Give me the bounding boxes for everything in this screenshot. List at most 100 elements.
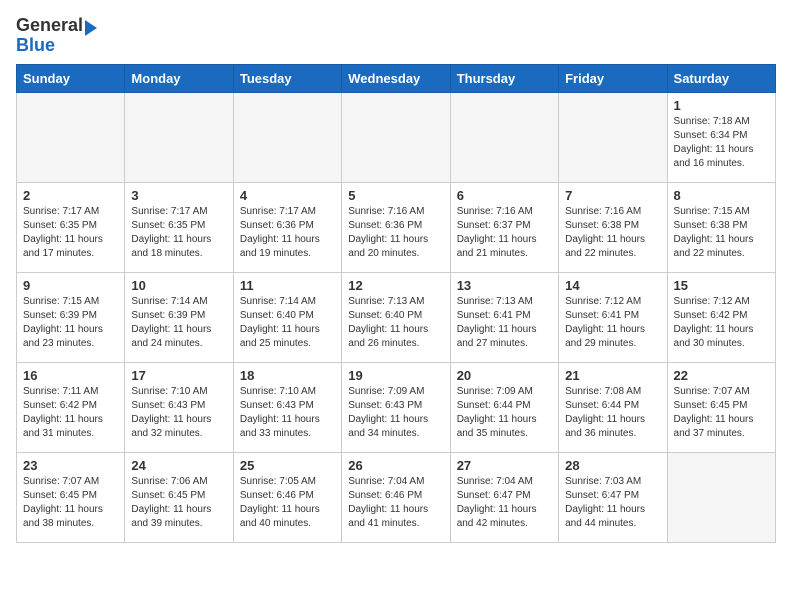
- calendar-cell: 5 Sunrise: 7:16 AM Sunset: 6:36 PM Daylig…: [342, 182, 450, 272]
- day-number: 10: [131, 278, 226, 293]
- calendar-cell: 11 Sunrise: 7:14 AM Sunset: 6:40 PM Dayli…: [233, 272, 341, 362]
- day-info: Sunrise: 7:16 AM Sunset: 6:36 PM Dayligh…: [348, 205, 443, 261]
- calendar-week-row: 16 Sunrise: 7:11 AM Sunset: 6:42 PM Dayli…: [17, 362, 776, 452]
- day-info: Sunrise: 7:12 AM Sunset: 6:42 PM Dayligh…: [674, 295, 769, 351]
- day-info: Sunrise: 7:11 AM Sunset: 6:42 PM Dayligh…: [23, 385, 118, 441]
- day-number: 5: [348, 188, 443, 203]
- calendar-week-row: 9 Sunrise: 7:15 AM Sunset: 6:39 PM Daylig…: [17, 272, 776, 362]
- day-of-week-header: Sunday: [17, 64, 125, 92]
- day-number: 13: [457, 278, 552, 293]
- calendar-cell: 7 Sunrise: 7:16 AM Sunset: 6:38 PM Daylig…: [559, 182, 667, 272]
- day-of-week-header: Saturday: [667, 64, 775, 92]
- calendar-cell: 9 Sunrise: 7:15 AM Sunset: 6:39 PM Daylig…: [17, 272, 125, 362]
- day-number: 2: [23, 188, 118, 203]
- day-number: 14: [565, 278, 660, 293]
- day-number: 18: [240, 368, 335, 383]
- calendar-cell: 13 Sunrise: 7:13 AM Sunset: 6:41 PM Dayli…: [450, 272, 558, 362]
- day-number: 26: [348, 458, 443, 473]
- day-number: 12: [348, 278, 443, 293]
- day-info: Sunrise: 7:16 AM Sunset: 6:38 PM Dayligh…: [565, 205, 660, 261]
- day-info: Sunrise: 7:15 AM Sunset: 6:39 PM Dayligh…: [23, 295, 118, 351]
- day-info: Sunrise: 7:18 AM Sunset: 6:34 PM Dayligh…: [674, 115, 769, 171]
- calendar-header-row: SundayMondayTuesdayWednesdayThursdayFrid…: [17, 64, 776, 92]
- calendar-cell: 4 Sunrise: 7:17 AM Sunset: 6:36 PM Daylig…: [233, 182, 341, 272]
- day-number: 19: [348, 368, 443, 383]
- day-info: Sunrise: 7:13 AM Sunset: 6:41 PM Dayligh…: [457, 295, 552, 351]
- calendar-cell: 18 Sunrise: 7:10 AM Sunset: 6:43 PM Dayli…: [233, 362, 341, 452]
- day-info: Sunrise: 7:16 AM Sunset: 6:37 PM Dayligh…: [457, 205, 552, 261]
- day-info: Sunrise: 7:10 AM Sunset: 6:43 PM Dayligh…: [131, 385, 226, 441]
- calendar-cell: 23 Sunrise: 7:07 AM Sunset: 6:45 PM Dayli…: [17, 452, 125, 542]
- day-of-week-header: Wednesday: [342, 64, 450, 92]
- day-number: 22: [674, 368, 769, 383]
- logo-general: General: [16, 16, 83, 36]
- day-number: 27: [457, 458, 552, 473]
- calendar-cell: [17, 92, 125, 182]
- calendar-cell: 27 Sunrise: 7:04 AM Sunset: 6:47 PM Dayli…: [450, 452, 558, 542]
- day-number: 16: [23, 368, 118, 383]
- calendar-cell: [559, 92, 667, 182]
- calendar-cell: [667, 452, 775, 542]
- calendar-week-row: 23 Sunrise: 7:07 AM Sunset: 6:45 PM Dayli…: [17, 452, 776, 542]
- day-number: 7: [565, 188, 660, 203]
- day-of-week-header: Thursday: [450, 64, 558, 92]
- page-header: General Blue: [16, 16, 776, 56]
- calendar-table: SundayMondayTuesdayWednesdayThursdayFrid…: [16, 64, 776, 543]
- day-of-week-header: Tuesday: [233, 64, 341, 92]
- day-info: Sunrise: 7:08 AM Sunset: 6:44 PM Dayligh…: [565, 385, 660, 441]
- calendar-cell: 12 Sunrise: 7:13 AM Sunset: 6:40 PM Dayli…: [342, 272, 450, 362]
- calendar-week-row: 2 Sunrise: 7:17 AM Sunset: 6:35 PM Daylig…: [17, 182, 776, 272]
- calendar-cell: 21 Sunrise: 7:08 AM Sunset: 6:44 PM Dayli…: [559, 362, 667, 452]
- day-info: Sunrise: 7:10 AM Sunset: 6:43 PM Dayligh…: [240, 385, 335, 441]
- day-info: Sunrise: 7:13 AM Sunset: 6:40 PM Dayligh…: [348, 295, 443, 351]
- day-number: 24: [131, 458, 226, 473]
- day-info: Sunrise: 7:15 AM Sunset: 6:38 PM Dayligh…: [674, 205, 769, 261]
- day-info: Sunrise: 7:05 AM Sunset: 6:46 PM Dayligh…: [240, 475, 335, 531]
- calendar-cell: [342, 92, 450, 182]
- calendar-cell: 10 Sunrise: 7:14 AM Sunset: 6:39 PM Dayli…: [125, 272, 233, 362]
- day-number: 17: [131, 368, 226, 383]
- day-info: Sunrise: 7:06 AM Sunset: 6:45 PM Dayligh…: [131, 475, 226, 531]
- day-number: 11: [240, 278, 335, 293]
- logo-blue: Blue: [16, 36, 55, 56]
- day-info: Sunrise: 7:09 AM Sunset: 6:43 PM Dayligh…: [348, 385, 443, 441]
- day-number: 8: [674, 188, 769, 203]
- day-info: Sunrise: 7:17 AM Sunset: 6:35 PM Dayligh…: [23, 205, 118, 261]
- day-of-week-header: Monday: [125, 64, 233, 92]
- day-info: Sunrise: 7:14 AM Sunset: 6:39 PM Dayligh…: [131, 295, 226, 351]
- day-number: 25: [240, 458, 335, 473]
- calendar-cell: 17 Sunrise: 7:10 AM Sunset: 6:43 PM Dayli…: [125, 362, 233, 452]
- day-number: 21: [565, 368, 660, 383]
- day-info: Sunrise: 7:04 AM Sunset: 6:46 PM Dayligh…: [348, 475, 443, 531]
- calendar-cell: 20 Sunrise: 7:09 AM Sunset: 6:44 PM Dayli…: [450, 362, 558, 452]
- calendar-cell: 24 Sunrise: 7:06 AM Sunset: 6:45 PM Dayli…: [125, 452, 233, 542]
- calendar-cell: 15Sunrise: 7:12 AM Sunset: 6:42 PM Dayli…: [667, 272, 775, 362]
- calendar-cell: [450, 92, 558, 182]
- calendar-cell: 1Sunrise: 7:18 AM Sunset: 6:34 PM Daylig…: [667, 92, 775, 182]
- calendar-cell: 8 Sunrise: 7:15 AM Sunset: 6:38 PM Daylig…: [667, 182, 775, 272]
- calendar-cell: 26 Sunrise: 7:04 AM Sunset: 6:46 PM Dayli…: [342, 452, 450, 542]
- calendar-cell: [233, 92, 341, 182]
- day-number: 20: [457, 368, 552, 383]
- calendar-cell: 6 Sunrise: 7:16 AM Sunset: 6:37 PM Daylig…: [450, 182, 558, 272]
- day-info: Sunrise: 7:17 AM Sunset: 6:36 PM Dayligh…: [240, 205, 335, 261]
- calendar-cell: 2 Sunrise: 7:17 AM Sunset: 6:35 PM Daylig…: [17, 182, 125, 272]
- calendar-cell: 28Sunrise: 7:03 AM Sunset: 6:47 PM Dayli…: [559, 452, 667, 542]
- calendar-cell: 22Sunrise: 7:07 AM Sunset: 6:45 PM Dayli…: [667, 362, 775, 452]
- day-number: 23: [23, 458, 118, 473]
- day-number: 9: [23, 278, 118, 293]
- calendar-cell: 14 Sunrise: 7:12 AM Sunset: 6:41 PM Dayli…: [559, 272, 667, 362]
- day-info: Sunrise: 7:09 AM Sunset: 6:44 PM Dayligh…: [457, 385, 552, 441]
- day-info: Sunrise: 7:04 AM Sunset: 6:47 PM Dayligh…: [457, 475, 552, 531]
- day-info: Sunrise: 7:14 AM Sunset: 6:40 PM Dayligh…: [240, 295, 335, 351]
- day-info: Sunrise: 7:03 AM Sunset: 6:47 PM Dayligh…: [565, 475, 660, 531]
- day-info: Sunrise: 7:07 AM Sunset: 6:45 PM Dayligh…: [23, 475, 118, 531]
- day-number: 4: [240, 188, 335, 203]
- logo: General Blue: [16, 16, 97, 56]
- day-info: Sunrise: 7:12 AM Sunset: 6:41 PM Dayligh…: [565, 295, 660, 351]
- calendar-cell: 16 Sunrise: 7:11 AM Sunset: 6:42 PM Dayli…: [17, 362, 125, 452]
- logo-arrow-icon: [85, 20, 97, 36]
- day-number: 3: [131, 188, 226, 203]
- day-of-week-header: Friday: [559, 64, 667, 92]
- day-number: 6: [457, 188, 552, 203]
